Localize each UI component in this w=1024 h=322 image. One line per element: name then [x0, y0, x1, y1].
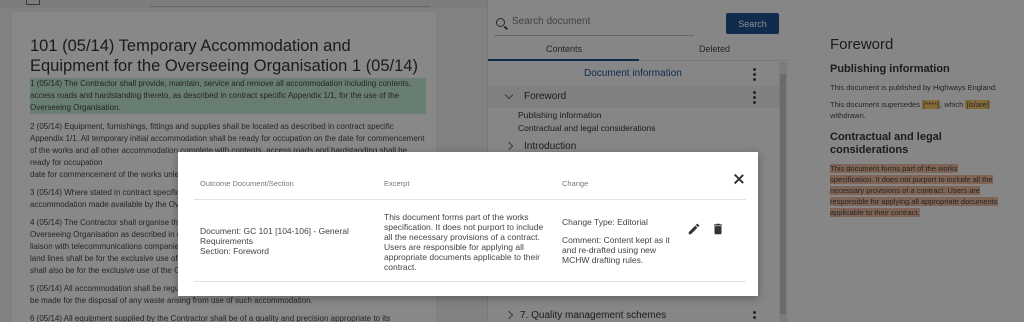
change-type: Change Type: Editorial: [562, 217, 648, 227]
header-divider: [194, 199, 746, 200]
outcome-document: Document: GC 101 [104-106] - General Req…: [200, 226, 349, 246]
header-change: Change: [562, 179, 589, 188]
change-comment: Comment: Content kept as it and re-draft…: [562, 235, 670, 265]
change-details-modal: Outcome Document/Section Excerpt Change …: [178, 152, 758, 296]
header-excerpt: Excerpt: [384, 179, 410, 188]
delete-icon[interactable]: [711, 222, 725, 236]
outcome-section: Section: Foreword: [200, 246, 269, 256]
close-icon[interactable]: [732, 172, 746, 186]
change-cell: Change Type: Editorial Comment: Content …: [562, 217, 672, 265]
row-divider: [194, 281, 746, 282]
outcome-document-cell: Document: GC 101 [104-106] - General Req…: [200, 226, 360, 256]
excerpt-cell: This document forms part of the works sp…: [384, 212, 544, 272]
header-outcome-document: Outcome Document/Section: [200, 179, 294, 188]
edit-icon[interactable]: [687, 222, 701, 236]
